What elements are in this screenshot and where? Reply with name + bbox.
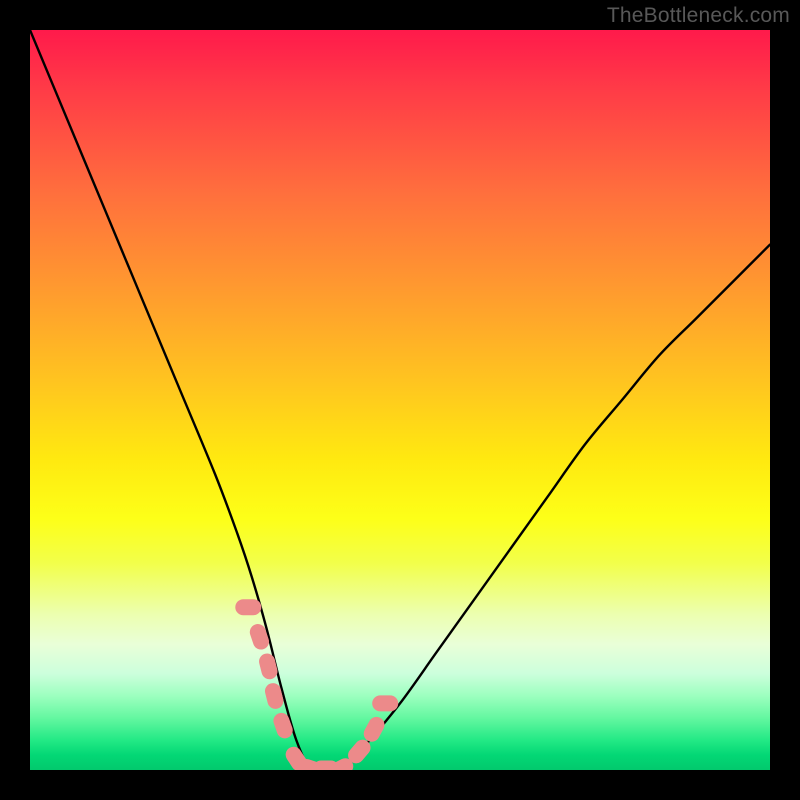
chart-svg <box>30 30 770 770</box>
chart-stage: TheBottleneck.com <box>0 0 800 800</box>
marker-dot <box>248 622 271 652</box>
marker-dot <box>361 714 387 744</box>
bottleneck-curve <box>30 30 770 770</box>
marker-dot <box>271 711 295 741</box>
marker-group <box>235 599 398 770</box>
marker-dot <box>257 652 279 681</box>
watermark: TheBottleneck.com <box>607 4 790 28</box>
plot-area <box>30 30 770 770</box>
marker-dot <box>235 599 261 615</box>
marker-dot <box>372 695 398 711</box>
